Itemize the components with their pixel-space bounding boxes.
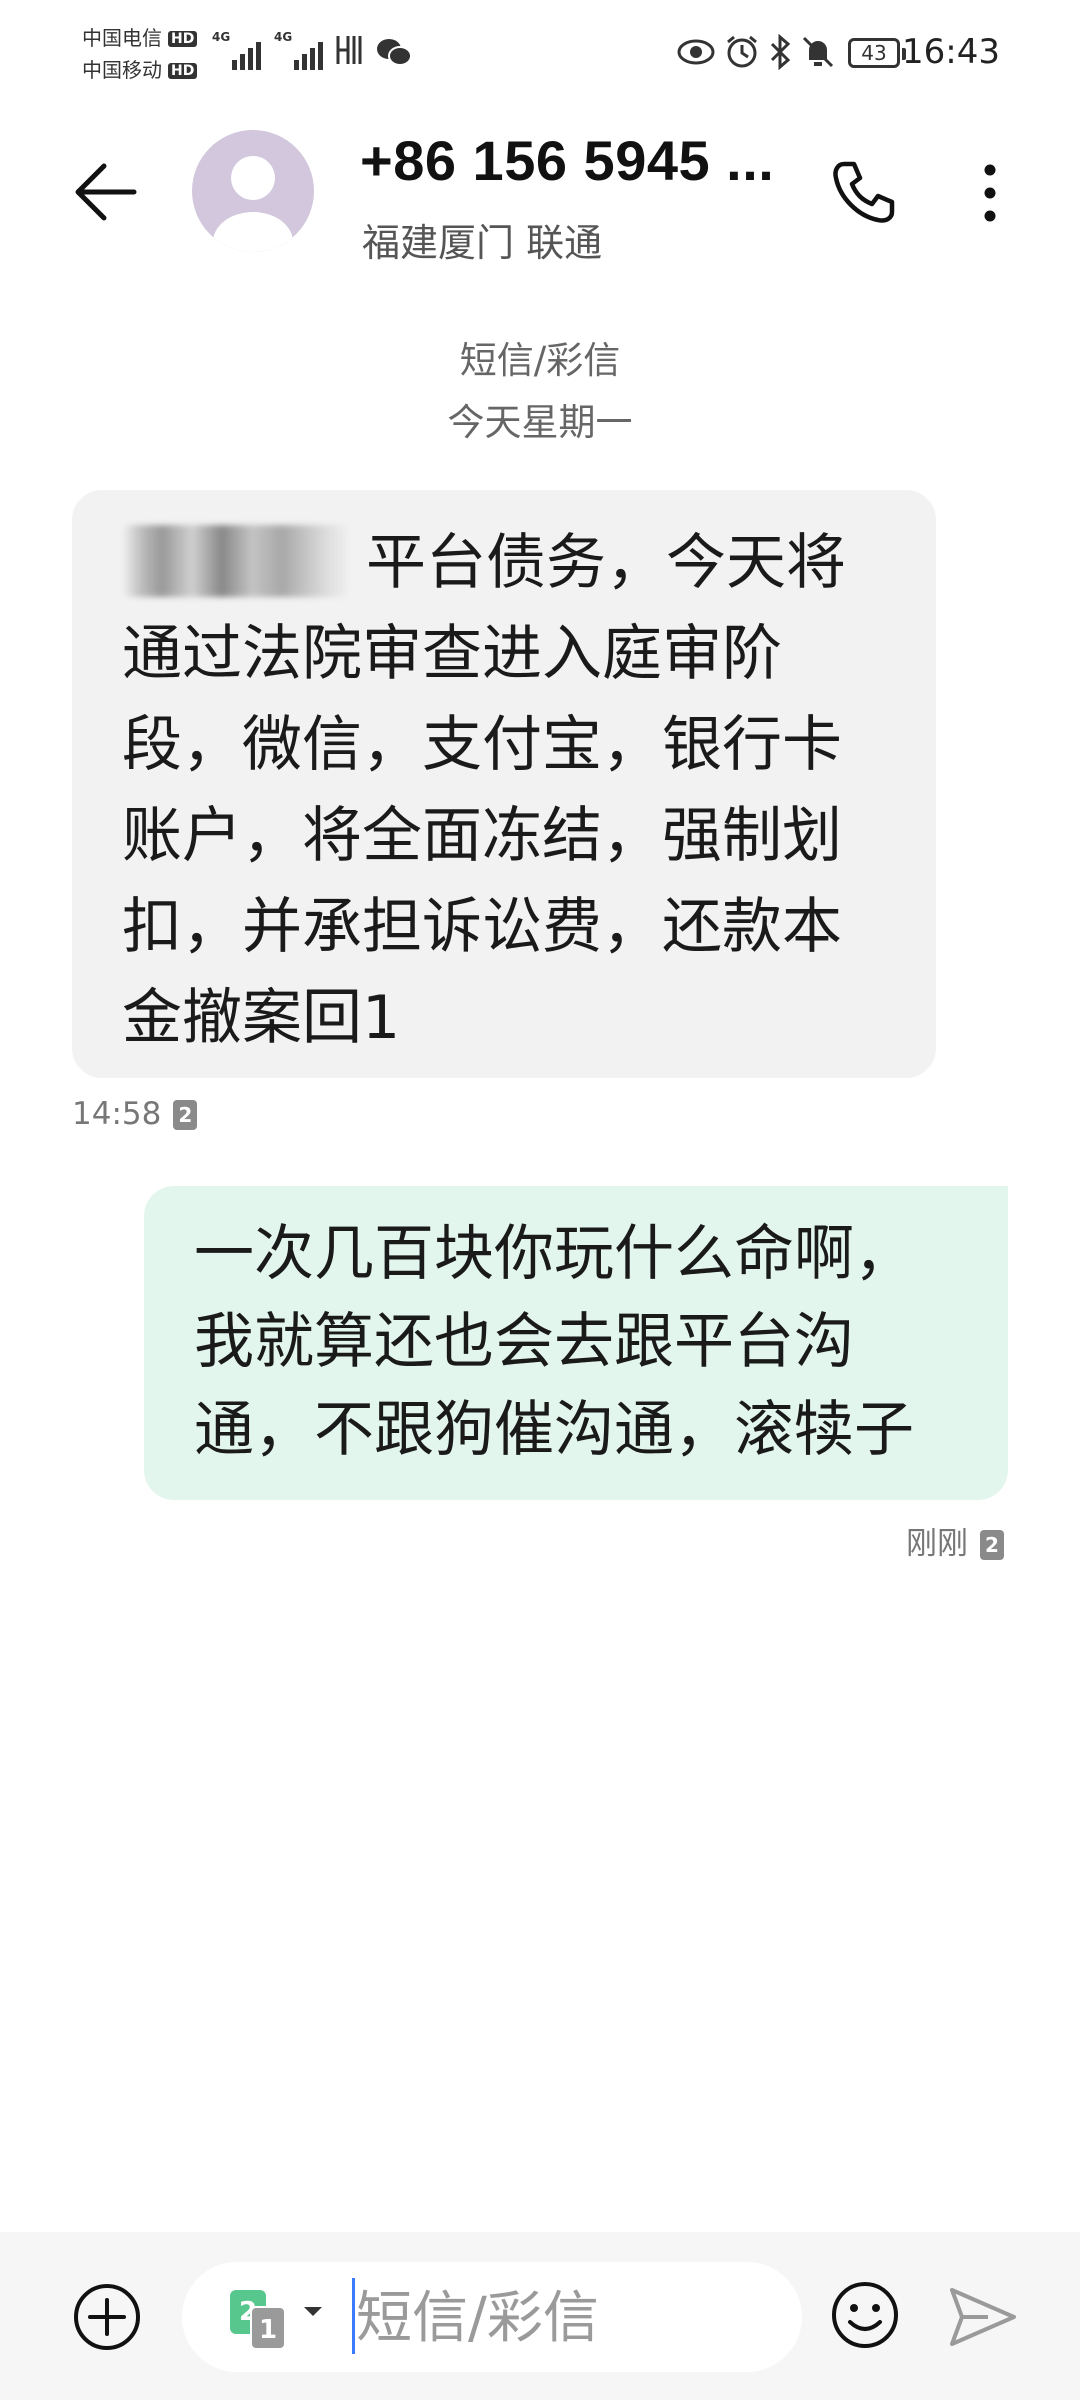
incoming-message-bubble[interactable]: 平台债务，今天将通过法院审查进入庭审阶段，微信，支付宝，银行卡账户，将全面冻结，… [72, 490, 936, 1078]
alarm-icon [724, 34, 760, 74]
outgoing-message-bubble[interactable]: 一次几百块你玩什么命啊，我就算还也会去跟平台沟通，不跟狗催沟通，滚犊子 [144, 1186, 1008, 1500]
chevron-down-icon [304, 2307, 322, 2316]
outgoing-message-meta: 刚刚 2 [906, 1518, 1004, 1563]
incoming-message-text: 平台债务，今天将通过法院审查进入庭审阶段，微信，支付宝，银行卡账户，将全面冻结，… [122, 528, 846, 1053]
carrier-1: 中国电信 HD [82, 28, 198, 48]
emoji-button[interactable] [830, 2280, 900, 2354]
avatar[interactable] [192, 130, 314, 252]
carrier-2: 中国移动 HD [82, 60, 198, 80]
wechat-icon [376, 36, 412, 72]
message-type-label: 短信/彩信 [459, 339, 621, 382]
outgoing-message-text: 一次几百块你玩什么命啊，我就算还也会去跟平台沟通，不跟狗催沟通，滚犊子 [194, 1219, 914, 1465]
incoming-message-meta: 14:58 2 [72, 1096, 198, 1132]
battery-indicator: 43 [848, 38, 906, 68]
send-button[interactable] [948, 2286, 1018, 2352]
sim-selector[interactable]: 2 1 [230, 2290, 294, 2350]
sim-badge: 2 [980, 1530, 1004, 1560]
redacted-text [122, 525, 350, 597]
contact-location: 福建厦门 联通 [362, 221, 603, 265]
call-button[interactable] [830, 158, 896, 230]
text-caret [352, 2278, 355, 2354]
send-icon [950, 2288, 1016, 2346]
mute-bell-icon [800, 34, 836, 74]
eye-icon [676, 36, 716, 72]
hd-voice-icon [334, 32, 370, 72]
message-time: 14:58 [72, 1096, 162, 1132]
back-button[interactable] [70, 158, 138, 230]
contact-title: +86 156 5945 ... [360, 129, 775, 192]
sim-dropdown-chevron[interactable] [302, 2304, 324, 2324]
message-time: 刚刚 [906, 1526, 968, 1562]
date-label: 今天星期一 [447, 401, 633, 444]
emoji-icon [832, 2282, 898, 2348]
hd-badge: HD [168, 63, 198, 79]
bluetooth-icon [766, 33, 794, 74]
sim-badge: 2 [173, 1100, 198, 1130]
back-arrow-icon [75, 163, 137, 221]
phone-icon [833, 161, 895, 223]
message-input[interactable] [356, 2270, 776, 2366]
sim-card-1-icon: 1 [250, 2306, 286, 2350]
plus-circle-icon [74, 2284, 140, 2350]
attach-button[interactable] [72, 2282, 142, 2356]
more-vert-icon [984, 164, 996, 222]
more-options-button[interactable] [978, 160, 1002, 230]
hd-badge: HD [168, 31, 198, 47]
status-time: 16:43 [902, 32, 1000, 72]
